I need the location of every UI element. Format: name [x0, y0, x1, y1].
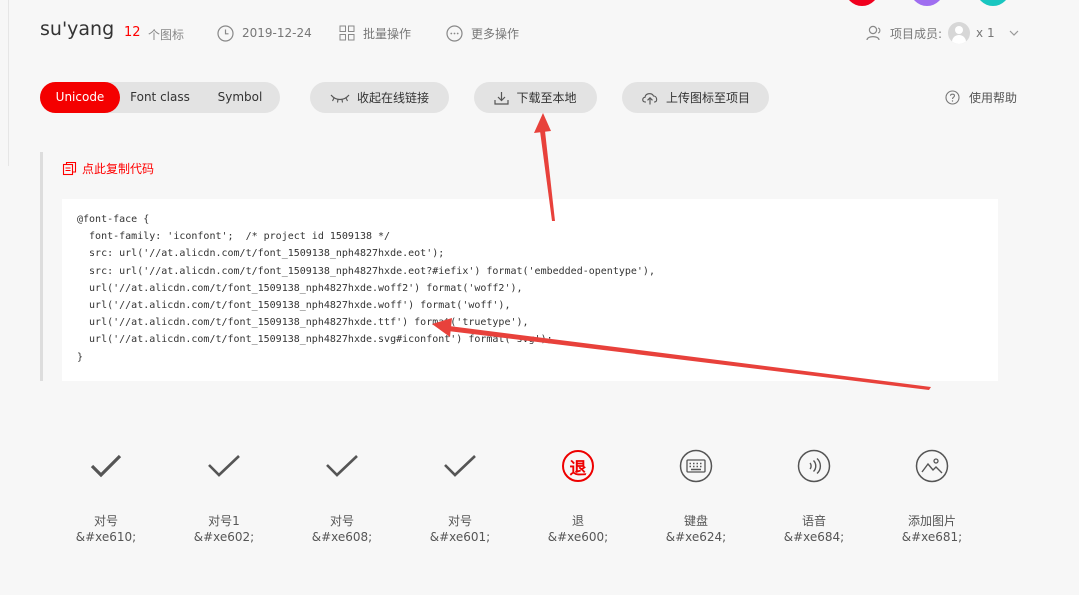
- icon-name: 对号: [93, 514, 118, 528]
- grid-icon: [339, 25, 355, 41]
- icon-grid: 对号 &#xe610; 对号1 &#xe602; 对号 &#xe608; 对号 …: [0, 440, 1079, 560]
- members-count: x 1: [976, 26, 995, 40]
- download-icon: [494, 91, 510, 105]
- icon-item[interactable]: 对号 &#xe610;: [47, 440, 165, 544]
- upload-icon-button[interactable]: 上传图标至项目: [622, 82, 769, 113]
- check-icon: [444, 455, 476, 477]
- tab-symbol[interactable]: Symbol: [200, 82, 280, 113]
- date-item: 2019-12-24: [217, 23, 312, 43]
- icon-code: &#xe602;: [193, 530, 255, 544]
- members-icon: [866, 25, 881, 41]
- icon-item[interactable]: 对号 &#xe608;: [283, 440, 401, 544]
- project-members[interactable]: 项目成员: x 1: [866, 22, 1019, 44]
- collapse-online-link-label: 收起在线链接: [356, 91, 429, 105]
- icon-code: &#xe608;: [311, 530, 373, 544]
- check-icon: [208, 455, 240, 477]
- code-format-tabs: Unicode Font class Symbol: [40, 82, 280, 113]
- icon-count: 12: [124, 25, 141, 40]
- project-name: su'yang: [40, 18, 115, 40]
- icon-item[interactable]: 对号 &#xe601;: [401, 440, 519, 544]
- icon-item[interactable]: 退 退 &#xe600;: [519, 440, 637, 544]
- icon-item[interactable]: 对号1 &#xe602;: [165, 440, 283, 544]
- code-panel-bar: [40, 152, 43, 381]
- tab-font-class[interactable]: Font class: [120, 82, 200, 113]
- check-icon: [326, 455, 358, 477]
- more-operation-label: 更多操作: [471, 26, 520, 41]
- voice-icon: [797, 449, 831, 483]
- return-character-glyph: 退: [569, 458, 587, 479]
- copy-code-label: 点此复制代码: [82, 162, 155, 176]
- eye-closed-icon: [330, 94, 350, 103]
- batch-operation-label: 批量操作: [363, 26, 412, 41]
- code-panel: 点此复制代码 @font-face { font-family: 'iconfo…: [40, 152, 998, 381]
- cloud-upload-icon: [642, 92, 658, 104]
- icon-code: &#xe624;: [665, 530, 727, 544]
- question-icon: [945, 90, 960, 105]
- members-label: 项目成员:: [890, 26, 943, 41]
- chevron-down-icon: [1009, 30, 1019, 36]
- icon-code: &#xe684;: [783, 530, 845, 544]
- icon-code: &#xe681;: [901, 530, 963, 544]
- batch-operation-button[interactable]: 批量操作: [339, 23, 411, 43]
- icon-name: 对号: [329, 514, 354, 528]
- icon-name: 对号1: [208, 514, 240, 528]
- icon-code: &#xe600;: [547, 530, 609, 544]
- icon-item[interactable]: 添加图片 &#xe681;: [873, 440, 991, 544]
- return-character-icon: 退: [562, 450, 594, 482]
- clock-icon: [217, 24, 234, 42]
- help-label: 使用帮助: [969, 91, 1018, 105]
- tab-unicode[interactable]: Unicode: [40, 82, 120, 113]
- icon-name: 键盘: [683, 514, 708, 528]
- keyboard-icon: [679, 449, 713, 483]
- code-block[interactable]: @font-face { font-family: 'iconfont'; /*…: [62, 199, 998, 381]
- more-operation-button[interactable]: 更多操作: [446, 23, 519, 43]
- more-icon: [446, 24, 463, 42]
- icon-code: &#xe610;: [75, 530, 137, 544]
- project-header: su'yang 12 个图标 2019-12-24 批量操作 更多操作 项目成员…: [0, 0, 1079, 66]
- upload-icon-label: 上传图标至项目: [665, 91, 750, 105]
- copy-code-link[interactable]: 点此复制代码: [62, 160, 154, 177]
- project-date: 2019-12-24: [242, 26, 312, 40]
- icon-code: &#xe601;: [429, 530, 491, 544]
- help-link[interactable]: 使用帮助: [945, 89, 1017, 106]
- icon-name: 语音: [801, 514, 826, 528]
- icon-name: 退: [571, 514, 584, 528]
- icon-name: 对号: [447, 514, 472, 528]
- icon-item[interactable]: 语音 &#xe684;: [755, 440, 873, 544]
- copy-icon: [62, 161, 77, 176]
- download-local-label: 下载至本地: [516, 91, 577, 105]
- collapse-online-link-button[interactable]: 收起在线链接: [310, 82, 449, 113]
- icon-item[interactable]: 键盘 &#xe624;: [637, 440, 755, 544]
- avatar: [948, 22, 971, 44]
- check-icon: [90, 454, 122, 478]
- icon-name: 添加图片: [907, 514, 956, 528]
- add-image-icon: [915, 449, 949, 483]
- icon-count-label: 个图标: [148, 28, 185, 42]
- font-face-code: @font-face { font-family: 'iconfont'; /*…: [77, 214, 655, 363]
- download-local-button[interactable]: 下载至本地: [474, 82, 597, 113]
